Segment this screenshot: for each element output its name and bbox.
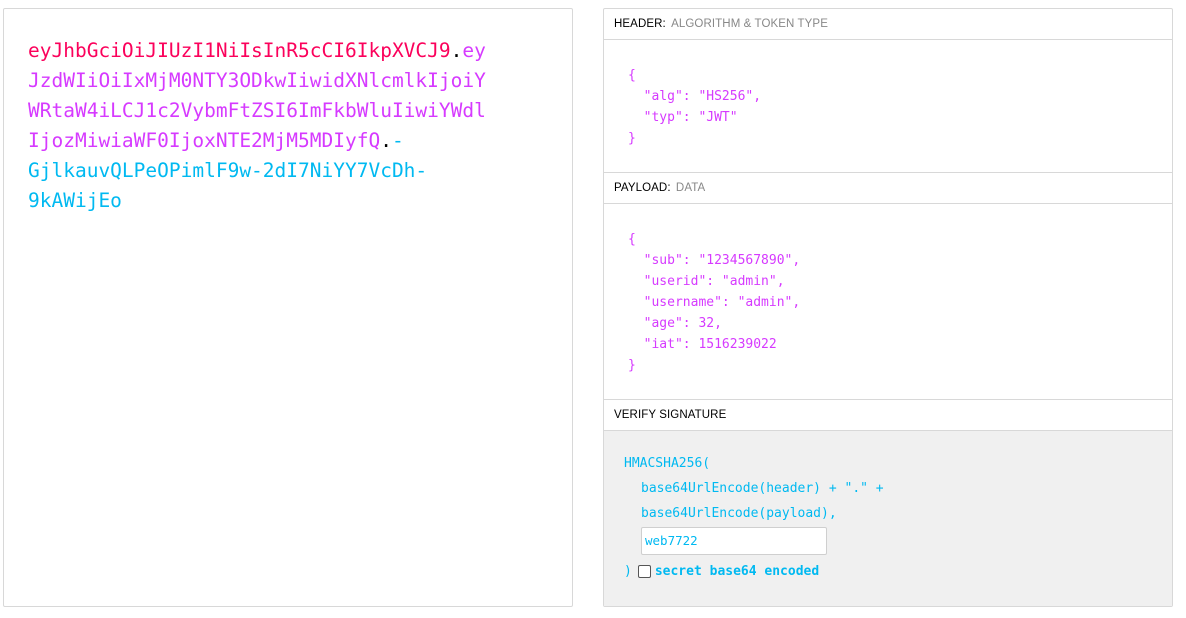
secret-base64-label[interactable]: secret base64 encoded [655,564,819,579]
token-segment: - [391,129,404,152]
token-segment: JzdWIiOiIxMjM0NTY3ODkwIiwidXNlcmlkIjoiY [28,69,486,92]
token-line: JzdWIiOiIxMjM0NTY3ODkwIiwidXNlcmlkIjoiY [28,66,548,96]
payload-section-title: PAYLOAD: DATA [604,173,1172,204]
payload-json-text[interactable]: { "sub": "1234567890", "userid": "admin"… [604,229,1172,376]
token-line: IjozMiwiaWF0IjoxNTE2MjM5MDIyfQ.- [28,126,548,156]
encoded-token-panel[interactable]: eyJhbGciOiJIUzI1NiIsInR5cCI6IkpXVCJ9.ey J… [3,8,573,607]
token-segment: ey [462,39,486,62]
payload-subtitle-label: DATA [675,182,706,194]
hmac-close-row: ) secret base64 encoded [624,557,1172,585]
json-line: "sub": "1234567890", [628,253,801,268]
header-json-text[interactable]: { "alg": "HS256", "typ": "JWT"} [604,65,1172,149]
header-subtitle-label: ALGORITHM & TOKEN TYPE [671,18,828,30]
json-line: "userid": "admin", [628,274,785,289]
hmac-function-open: HMACSHA256( [624,456,711,471]
token-segment: 9kAWijEo [28,189,122,212]
secret-base64-checkbox[interactable] [637,564,651,578]
payload-json-editor[interactable]: { "sub": "1234567890", "userid": "admin"… [604,204,1172,400]
token-line: GjlkauvQLPeOPimlF9w-2dI7NiYY7VcDh- [28,156,548,186]
token-segment: . [380,129,392,152]
token-segment: WRtaW4iLCJ1c2VybmFtZSI6ImFkbWluIiwiYWdl [28,99,486,122]
json-line: "username": "admin", [628,295,801,310]
verify-title-label: VERIFY SIGNATURE [614,409,727,421]
secret-input[interactable]: web7722 [641,527,827,555]
token-line: eyJhbGciOiJIUzI1NiIsInR5cCI6IkpXVCJ9.ey [28,36,548,66]
payload-title-label: PAYLOAD: [614,182,671,194]
json-line: { [628,68,636,83]
token-line: 9kAWijEo [28,186,548,216]
token-segment: IjozMiwiaWF0IjoxNTE2MjM5MDIyfQ [28,129,381,152]
verify-signature-body: HMACSHA256( base64UrlEncode(header) + ".… [604,431,1172,606]
header-json-editor[interactable]: { "alg": "HS256", "typ": "JWT"} [604,40,1172,173]
hmac-close-paren: ) [624,563,632,579]
json-line: { [628,232,636,247]
token-segment: GjlkauvQLPeOPimlF9w-2dI7NiYY7VcDh- [28,159,428,182]
encoded-token-text[interactable]: eyJhbGciOiJIUzI1NiIsInR5cCI6IkpXVCJ9.ey J… [28,36,548,216]
token-segment: eyJhbGciOiJIUzI1NiIsInR5cCI6IkpXVCJ9 [28,39,451,62]
token-segment: . [450,39,463,62]
json-line: "typ": "JWT" [628,110,738,125]
hmac-payload-arg: base64UrlEncode(payload), [641,506,837,521]
json-line: } [628,131,636,146]
decoded-panel: HEADER: ALGORITHM & TOKEN TYPE { "alg": … [603,8,1173,607]
json-line: "age": 32, [628,316,722,331]
json-line: "alg": "HS256", [628,89,762,104]
json-line: } [628,358,636,373]
json-line: "iat": 1516239022 [628,337,777,352]
header-section-title: HEADER: ALGORITHM & TOKEN TYPE [604,9,1172,40]
hmac-header-arg: base64UrlEncode(header) + "." + [641,481,884,496]
verify-section-title: VERIFY SIGNATURE [604,400,1172,431]
header-title-label: HEADER: [614,18,666,30]
token-line: WRtaW4iLCJ1c2VybmFtZSI6ImFkbWluIiwiYWdl [28,96,548,126]
